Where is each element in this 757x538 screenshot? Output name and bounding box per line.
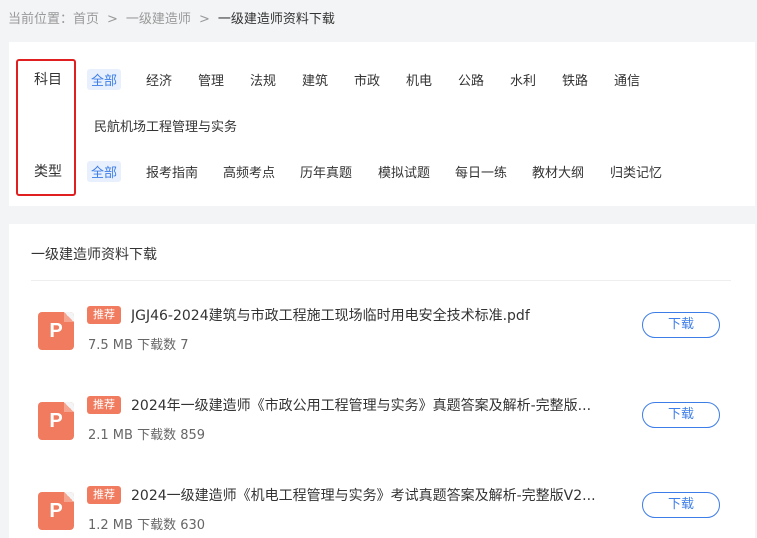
- subject-option[interactable]: 管理: [198, 70, 224, 89]
- file-meta: 1.2 MB 下载数 630: [88, 514, 205, 533]
- type-option[interactable]: 高频考点: [223, 162, 275, 181]
- type-option[interactable]: 模拟试题: [378, 162, 430, 181]
- download-count: 下载数 859: [137, 428, 206, 443]
- breadcrumb-home[interactable]: 当前位置：首页: [8, 12, 99, 27]
- filter-panel: 科目 类型 全部 经济 管理 法规 建筑 市政 机电 公路 水利 铁路 通信 民…: [9, 42, 755, 206]
- download-button[interactable]: 下载: [642, 492, 720, 518]
- subject-option[interactable]: 通信: [614, 70, 640, 89]
- type-option[interactable]: 每日一练: [455, 162, 507, 181]
- subject-option[interactable]: 民航机场工程管理与实务: [94, 116, 237, 135]
- file-name-link[interactable]: 2024年一级建造师《市政公用工程管理与实务》真题答案及解析-完整版...: [131, 395, 601, 415]
- file-meta: 2.1 MB 下载数 859: [88, 424, 205, 443]
- list-item: P 推荐 2024一级建造师《机电工程管理与实务》考试真题答案及解析-完整版V2…: [9, 482, 755, 538]
- ppt-file-icon: P: [38, 492, 74, 530]
- ppt-file-icon: P: [38, 312, 74, 350]
- subject-option[interactable]: 经济: [146, 70, 172, 89]
- subject-option[interactable]: 建筑: [302, 70, 328, 89]
- download-list-panel: 一级建造师资料下载 P 推荐 JGJ46-2024建筑与市政工程施工现场临时用电…: [9, 224, 755, 538]
- ppt-file-icon: P: [38, 402, 74, 440]
- file-size: 2.1 MB: [88, 428, 133, 443]
- download-count: 下载数 7: [137, 338, 189, 353]
- recommend-badge: 推荐: [87, 396, 121, 414]
- type-filter-label: 类型: [34, 164, 62, 180]
- download-button[interactable]: 下载: [642, 312, 720, 338]
- divider: [31, 280, 731, 281]
- file-name-link[interactable]: JGJ46-2024建筑与市政工程施工现场临时用电安全技术标准.pdf: [131, 305, 601, 325]
- recommend-badge: 推荐: [87, 486, 121, 504]
- list-title: 一级建造师资料下载: [31, 247, 157, 263]
- file-size: 1.2 MB: [88, 518, 133, 533]
- file-meta: 7.5 MB 下载数 7: [88, 334, 189, 353]
- subject-option[interactable]: 水利: [510, 70, 536, 89]
- subject-option[interactable]: 机电: [406, 70, 432, 89]
- subject-filter-label: 科目: [34, 72, 62, 88]
- download-button[interactable]: 下载: [642, 402, 720, 428]
- breadcrumb-level2[interactable]: 一级建造师: [126, 12, 191, 27]
- subject-option[interactable]: 公路: [458, 70, 484, 89]
- download-count: 下载数 630: [137, 518, 206, 533]
- breadcrumb: 当前位置：首页 > 一级建造师 > 一级建造师资料下载: [8, 8, 335, 27]
- type-option[interactable]: 教材大纲: [532, 162, 584, 181]
- file-name-link[interactable]: 2024一级建造师《机电工程管理与实务》考试真题答案及解析-完整版V2...: [131, 485, 601, 505]
- breadcrumb-separator: >: [198, 12, 210, 27]
- subject-option[interactable]: 铁路: [562, 70, 588, 89]
- type-option[interactable]: 报考指南: [146, 162, 198, 181]
- type-option[interactable]: 归类记忆: [610, 162, 662, 181]
- subject-option[interactable]: 法规: [250, 70, 276, 89]
- list-item: P 推荐 JGJ46-2024建筑与市政工程施工现场临时用电安全技术标准.pdf…: [9, 302, 755, 382]
- file-size: 7.5 MB: [88, 338, 133, 353]
- subject-option-all[interactable]: 全部: [87, 69, 122, 90]
- breadcrumb-separator: >: [107, 12, 118, 27]
- recommend-badge: 推荐: [87, 306, 121, 324]
- breadcrumb-current: 一级建造师资料下载: [217, 12, 335, 27]
- type-option[interactable]: 历年真题: [300, 162, 352, 181]
- subject-option[interactable]: 市政: [354, 70, 380, 89]
- type-option-all[interactable]: 全部: [87, 161, 122, 182]
- list-item: P 推荐 2024年一级建造师《市政公用工程管理与实务》真题答案及解析-完整版.…: [9, 392, 755, 472]
